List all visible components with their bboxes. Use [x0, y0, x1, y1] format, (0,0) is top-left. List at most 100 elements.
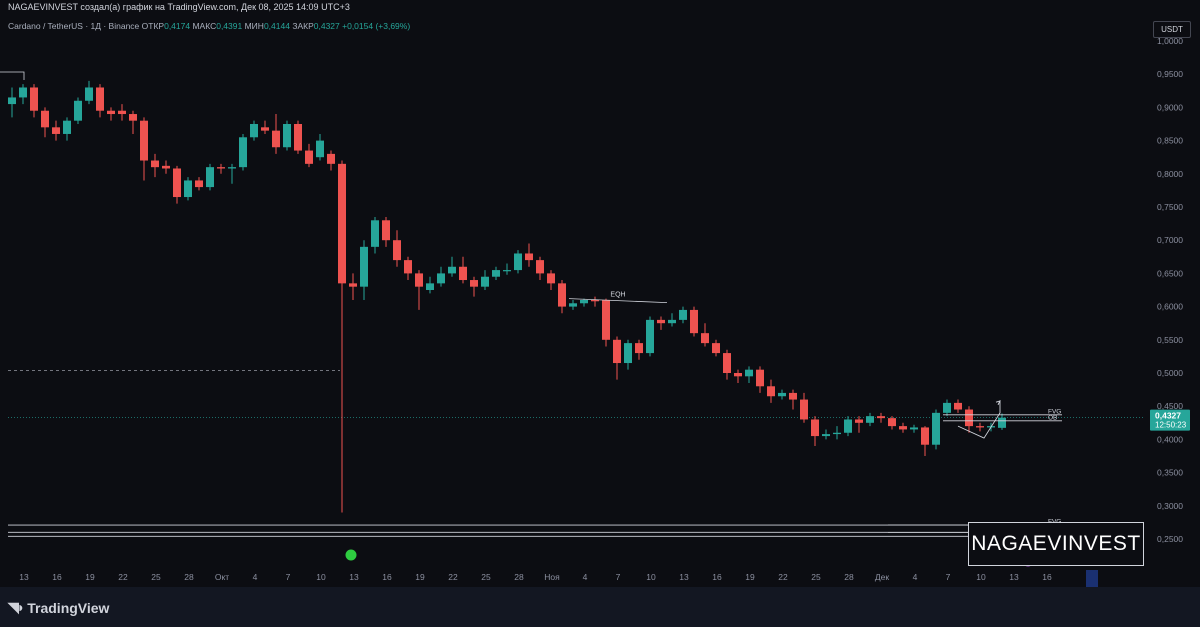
candle-body: [569, 303, 577, 307]
candle-body: [690, 309, 698, 334]
author-watermark: NAGAEVINVEST: [968, 522, 1144, 566]
candle-body: [822, 434, 830, 437]
candle-body: [151, 160, 159, 168]
candle-body: [206, 167, 214, 188]
candle-body: [712, 343, 720, 354]
candle-body: [184, 180, 192, 198]
candle-body: [96, 87, 104, 111]
candle-body: [558, 283, 566, 307]
candle-body: [492, 270, 500, 277]
x-tick-label: 7: [946, 572, 951, 582]
candle-body: [426, 283, 434, 290]
candle-body: [393, 240, 401, 261]
candle-body: [371, 220, 379, 247]
x-tick-label: 28: [514, 572, 524, 582]
candle-body: [723, 353, 731, 373]
y-tick-label: 0,6000: [1157, 302, 1183, 312]
top-left-level-line: [0, 71, 25, 80]
candle-body: [998, 417, 1006, 428]
candle-body: [261, 127, 269, 131]
y-tick-label: 0,7000: [1157, 235, 1183, 245]
tradingview-logo[interactable]: ◥◗ TradingView: [8, 599, 109, 616]
candle-body: [305, 150, 313, 164]
candle-body: [503, 270, 511, 272]
x-tick-label: 4: [253, 572, 258, 582]
candle-body: [459, 266, 467, 281]
x-tick-label: 22: [778, 572, 788, 582]
candle-body: [965, 409, 973, 427]
y-tick-label: 0,8000: [1157, 169, 1183, 179]
candle-body: [800, 399, 808, 420]
candle-body: [173, 168, 181, 198]
candle-body: [283, 124, 291, 148]
x-tick-label: 19: [745, 572, 755, 582]
event-dot-icon[interactable]: [345, 549, 357, 561]
y-tick-label: 1,0000: [1157, 36, 1183, 46]
x-tick-label: 13: [1009, 572, 1019, 582]
candle-body: [63, 120, 71, 134]
candle-body: [118, 110, 126, 115]
projection-arrowhead: [995, 400, 1001, 406]
x-tick-label: 16: [712, 572, 722, 582]
candle-body: [514, 253, 522, 271]
candle-body: [844, 419, 852, 433]
candle-body: [19, 87, 27, 98]
candle-body: [943, 402, 951, 413]
candle-body: [701, 333, 709, 344]
x-tick-label: 19: [85, 572, 95, 582]
y-tick-label: 0,4000: [1157, 434, 1183, 444]
candle-body: [272, 130, 280, 148]
x-tick-label: 13: [679, 572, 689, 582]
x-tick-label: 22: [118, 572, 128, 582]
candle-body: [360, 246, 368, 287]
candle-body: [789, 392, 797, 400]
y-tick-label: 0,5500: [1157, 335, 1183, 345]
y-tick-label: 0,6500: [1157, 268, 1183, 278]
candle-body: [140, 120, 148, 161]
candle-body: [866, 416, 874, 423]
x-tick-label: 22: [448, 572, 458, 582]
y-tick-label: 0,3500: [1157, 468, 1183, 478]
x-tick-label: 28: [184, 572, 194, 582]
candle-body: [833, 432, 841, 435]
x-tick-label: 25: [811, 572, 821, 582]
y-tick-label: 0,3000: [1157, 501, 1183, 511]
candle-body: [734, 373, 742, 377]
candle-body: [877, 416, 885, 419]
candle-body: [228, 167, 236, 169]
candle-body: [767, 386, 775, 397]
candle-body: [613, 339, 621, 364]
candle-body: [107, 110, 115, 115]
candle-body: [910, 427, 918, 430]
candle-body: [162, 165, 170, 169]
zone-label: OB: [1048, 414, 1057, 421]
x-tick-label: 10: [646, 572, 656, 582]
y-tick-label: 0,9500: [1157, 69, 1183, 79]
candle-body: [195, 180, 203, 188]
candle-body: [448, 266, 456, 274]
y-tick-label: 0,9000: [1157, 102, 1183, 112]
price-tag-countdown: 12:50:23: [1155, 421, 1187, 430]
candle-body: [41, 110, 49, 128]
candle-body: [646, 319, 654, 354]
projection-path: [957, 400, 1001, 439]
candle-body: [954, 402, 962, 410]
x-tick-label: 7: [286, 572, 291, 582]
candle-body: [129, 114, 137, 121]
candle-body: [85, 87, 93, 101]
candle-body: [294, 124, 302, 151]
candle-body: [250, 124, 258, 138]
candle-body: [415, 273, 423, 287]
candle-body: [580, 299, 588, 304]
y-tick-label: 0,8500: [1157, 136, 1183, 146]
candle-body: [778, 392, 786, 397]
x-tick-label: 10: [316, 572, 326, 582]
x-tick-label: 16: [1042, 572, 1052, 582]
x-tick-label: 16: [52, 572, 62, 582]
y-tick-label: 0,7500: [1157, 202, 1183, 212]
footer-bar: [0, 587, 1200, 627]
x-tick-label: 7: [616, 572, 621, 582]
x-tick-label: 16: [382, 572, 392, 582]
tradingview-brand: TradingView: [27, 599, 110, 616]
candle-body: [404, 260, 412, 274]
